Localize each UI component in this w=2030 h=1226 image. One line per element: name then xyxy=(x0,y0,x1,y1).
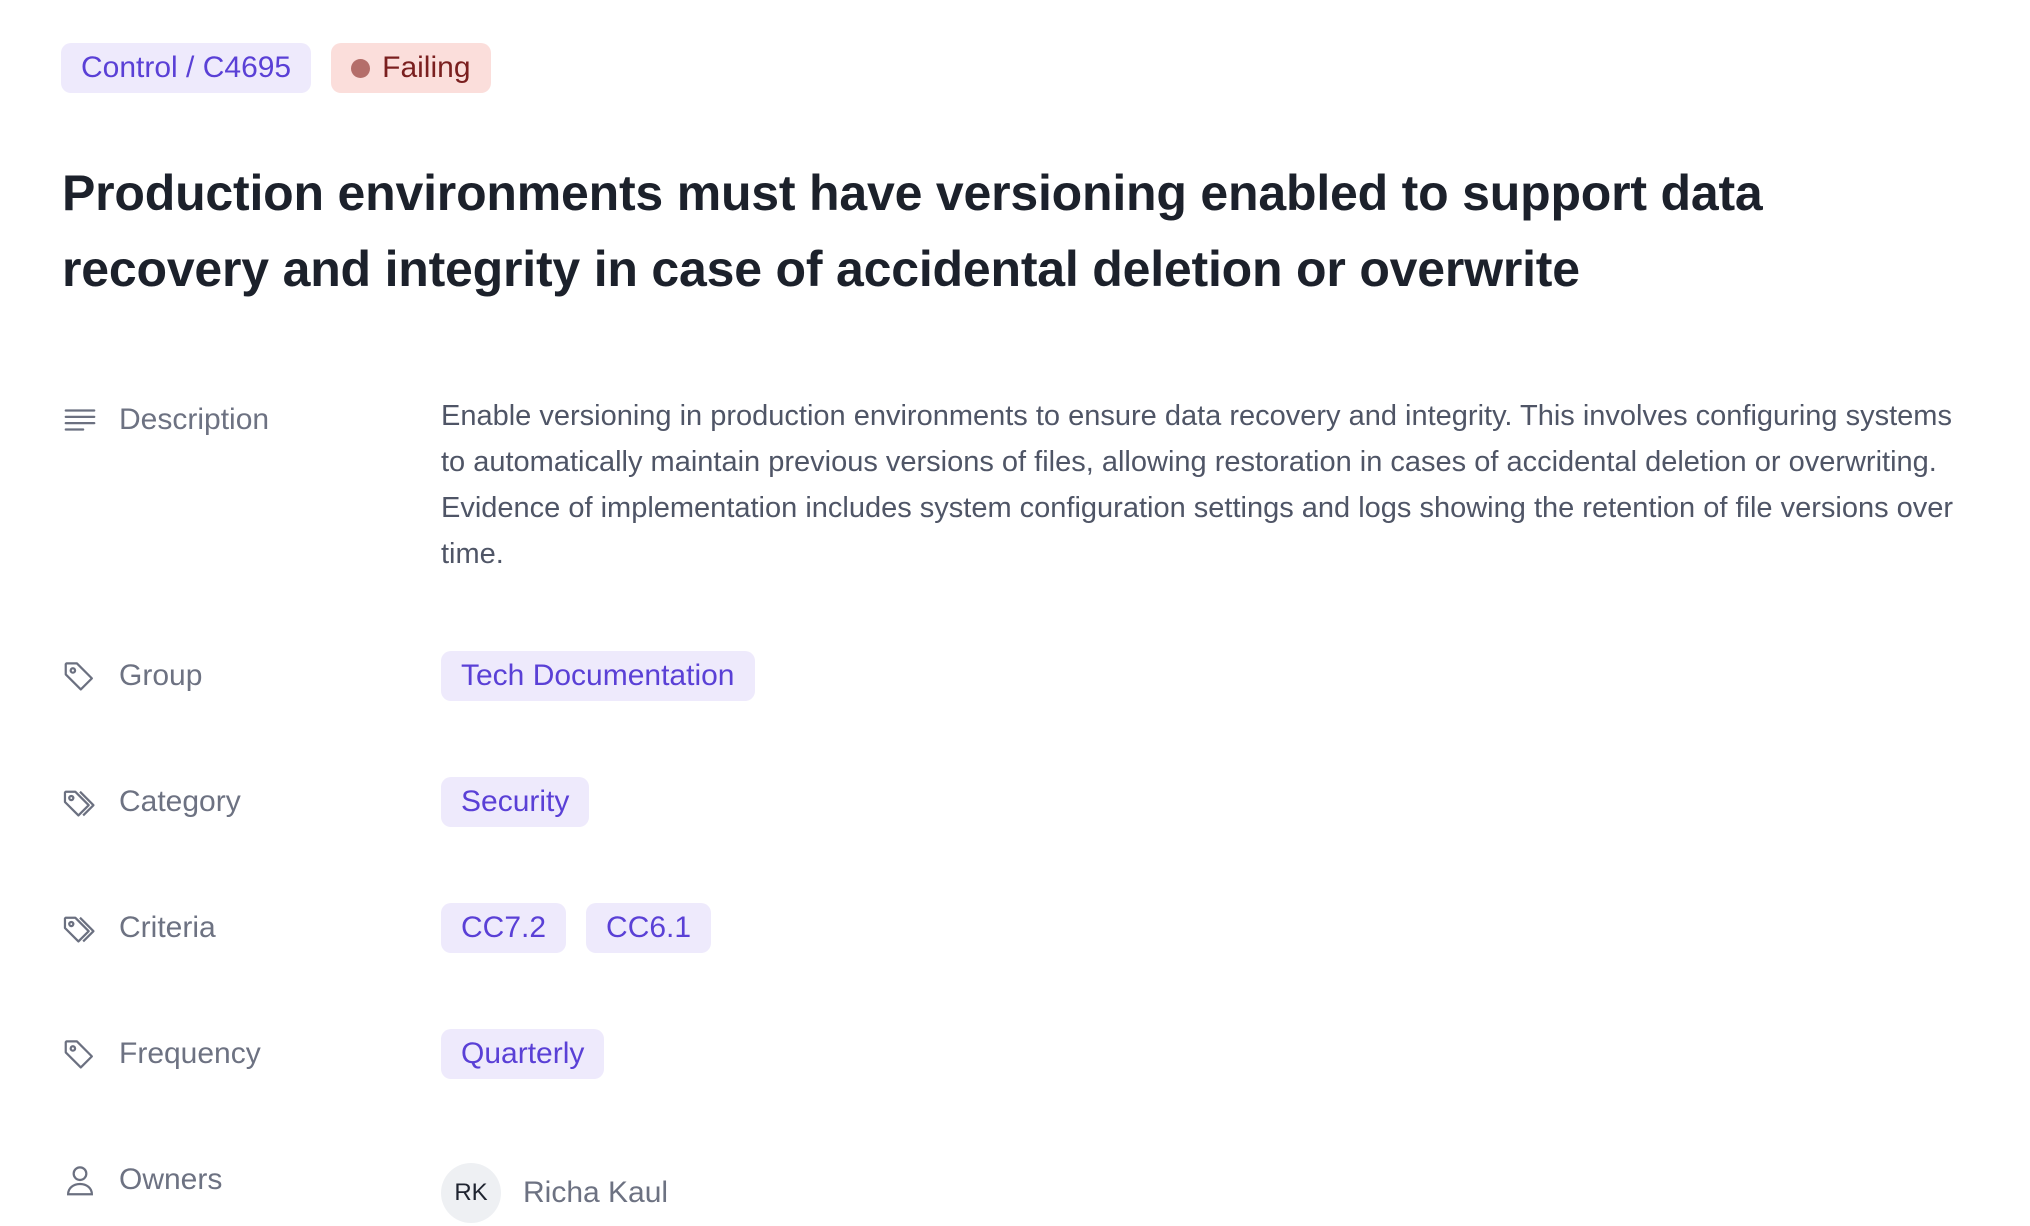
owner-name[interactable]: Richa Kaul xyxy=(523,1176,668,1210)
control-id-badge[interactable]: Control / C4695 xyxy=(61,43,312,93)
header-badges: Control / C4695 Failing xyxy=(61,43,1971,93)
property-label-description: Description xyxy=(61,395,441,445)
property-label-group: Group xyxy=(61,651,441,701)
property-label-text: Group xyxy=(119,659,203,692)
description-text: Enable versioning in production environm… xyxy=(441,400,1954,570)
property-label-frequency: Frequency xyxy=(61,1029,441,1079)
property-label-text: Owners xyxy=(119,1163,223,1196)
property-row-owners: Owners RK Richa Kaul xyxy=(61,1155,1971,1223)
property-value-frequency: Quarterly xyxy=(441,1029,1971,1079)
tag-icon xyxy=(61,657,99,695)
property-row-description: Description Enable versioning in product… xyxy=(61,395,1971,577)
property-label-owners: Owners xyxy=(61,1155,441,1205)
tags-icon xyxy=(61,783,99,821)
property-value-category: Security xyxy=(441,777,1971,827)
tag-chip[interactable]: Quarterly xyxy=(441,1029,605,1079)
property-row-criteria: Criteria CC7.2 CC6.1 xyxy=(61,903,1971,953)
tag-chip[interactable]: Tech Documentation xyxy=(441,651,755,701)
property-label-text: Criteria xyxy=(119,911,216,944)
avatar[interactable]: RK xyxy=(441,1163,501,1223)
property-row-frequency: Frequency Quarterly xyxy=(61,1029,1971,1079)
user-icon xyxy=(61,1161,99,1199)
property-label-category: Category xyxy=(61,777,441,827)
control-detail-page: Control / C4695 Failing Production envir… xyxy=(61,43,1971,1223)
property-label-text: Category xyxy=(119,785,241,818)
property-value-group: Tech Documentation xyxy=(441,651,1971,701)
tag-icon xyxy=(61,1035,99,1073)
property-row-category: Category Security xyxy=(61,777,1971,827)
tag-chip[interactable]: Security xyxy=(441,777,590,827)
text-lines-icon xyxy=(61,401,99,439)
property-value-criteria: CC7.2 CC6.1 xyxy=(441,903,1971,953)
page-title: Production environments must have versio… xyxy=(62,165,1763,297)
tag-chip[interactable]: CC6.1 xyxy=(586,903,712,953)
status-label: Failing xyxy=(382,51,471,84)
property-row-group: Group Tech Documentation xyxy=(61,651,1971,701)
property-label-criteria: Criteria xyxy=(61,903,441,953)
property-value-owners: RK Richa Kaul xyxy=(441,1155,1971,1223)
tag-chip[interactable]: CC7.2 xyxy=(441,903,567,953)
property-value-description: Enable versioning in production environm… xyxy=(441,395,1971,577)
tags-icon xyxy=(61,909,99,947)
status-dot-icon xyxy=(351,58,371,78)
property-label-text: Description xyxy=(119,403,270,436)
status-badge: Failing xyxy=(331,43,491,93)
property-label-text: Frequency xyxy=(119,1037,261,1070)
